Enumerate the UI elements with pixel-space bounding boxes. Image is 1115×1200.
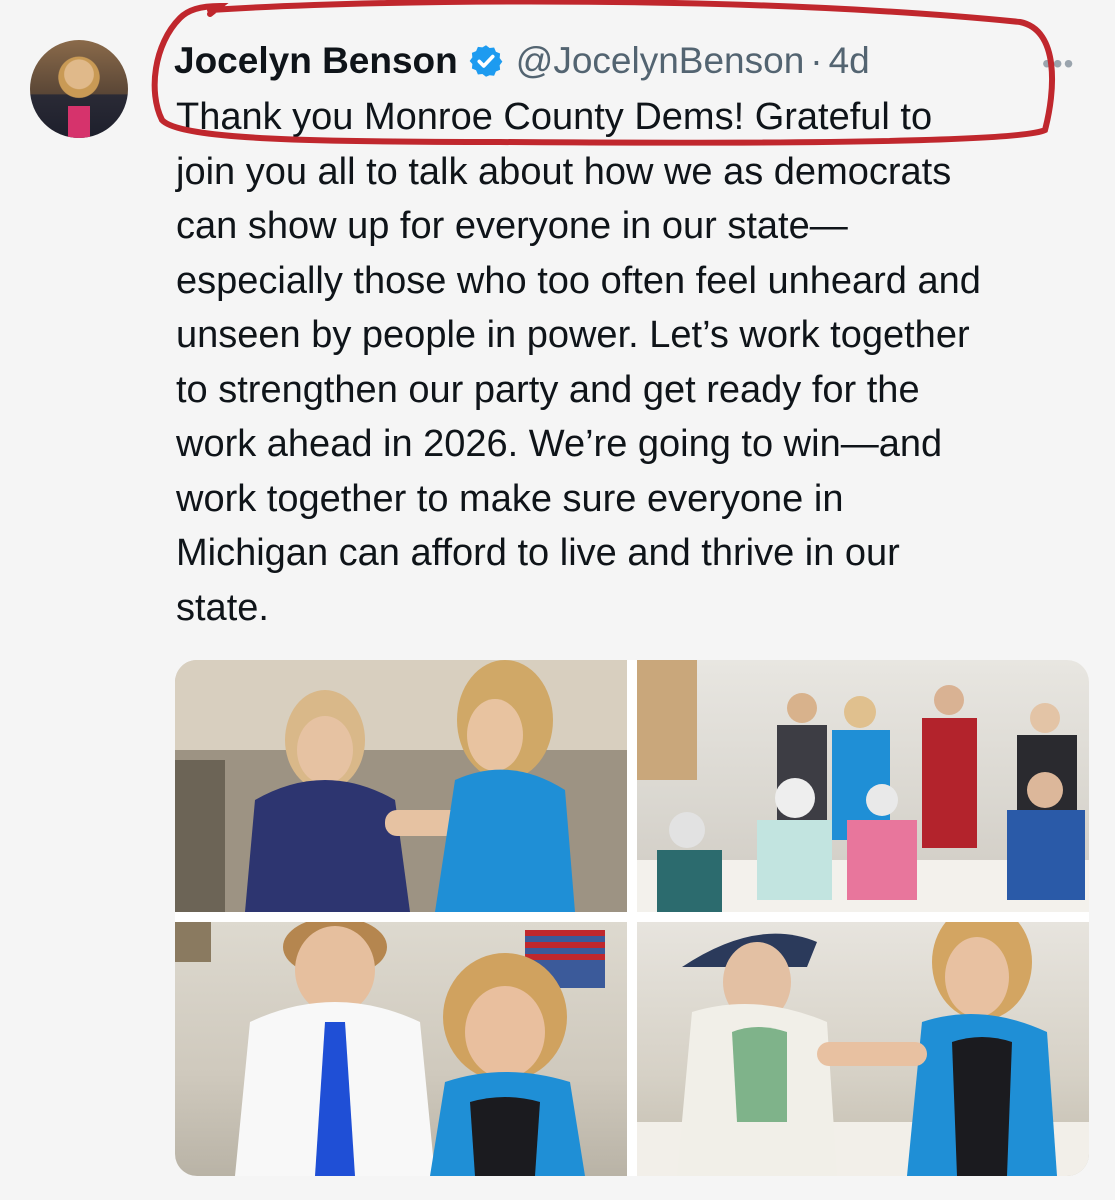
tweet-header: Jocelyn Benson @JocelynBenson · 4d bbox=[174, 38, 870, 84]
author-handle[interactable]: @JocelynBenson bbox=[516, 38, 805, 84]
photo-grid[interactable] bbox=[175, 660, 1089, 1176]
photo-4[interactable] bbox=[637, 922, 1089, 1176]
timestamp[interactable]: 4d bbox=[829, 38, 870, 84]
avatar-shirt bbox=[68, 106, 90, 138]
photo-1-scene bbox=[175, 660, 627, 912]
photo-3-scene bbox=[175, 922, 605, 1176]
photo-2[interactable] bbox=[637, 660, 1089, 912]
more-options-icon[interactable]: ••• bbox=[1042, 48, 1074, 80]
photo-1[interactable] bbox=[175, 660, 627, 912]
photo-2-scene bbox=[637, 660, 1089, 912]
photo-4-scene bbox=[637, 922, 1089, 1176]
verified-badge-icon[interactable] bbox=[468, 43, 504, 79]
tweet-text: Thank you Monroe County Dems! Grateful t… bbox=[176, 96, 981, 629]
tweet: Jocelyn Benson @JocelynBenson · 4d ••• T… bbox=[0, 0, 1115, 1200]
avatar[interactable] bbox=[30, 40, 128, 138]
author-name[interactable]: Jocelyn Benson bbox=[174, 38, 458, 84]
separator-dot: · bbox=[810, 40, 823, 81]
photo-3[interactable] bbox=[175, 922, 627, 1176]
